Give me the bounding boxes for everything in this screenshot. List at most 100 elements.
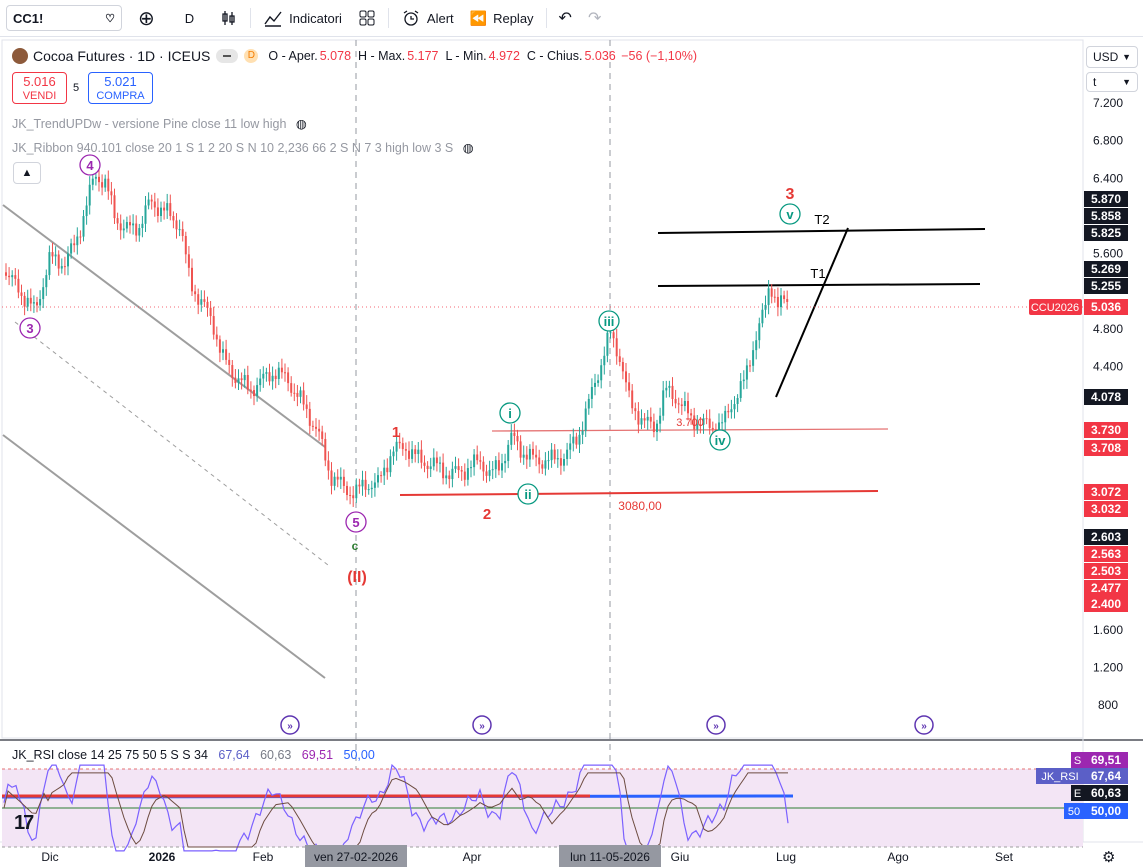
candle-body (215, 334, 218, 340)
rsi-value: 50,00 (1091, 804, 1121, 818)
currency-select[interactable]: USD ▼ (1086, 46, 1138, 68)
legend-title: Cocoa Futures · 1D · ICEUS (33, 48, 211, 64)
candle-body (259, 378, 262, 386)
buy-label: COMPRA (96, 90, 145, 102)
candle-body (315, 426, 317, 429)
candle-body (60, 266, 63, 269)
candle-body (538, 457, 541, 465)
event-marker-glyph: » (713, 721, 719, 732)
redo-button[interactable]: ↷ (580, 4, 609, 32)
candle-body (662, 390, 665, 416)
price-chart[interactable]: 345c(II)12iiiiiiivv3T1T23080,003.700»»»»… (0, 38, 1143, 867)
candle-body (491, 469, 494, 471)
chart-type-button[interactable] (212, 4, 246, 32)
symbol-search-button[interactable]: CC1! ♡ (6, 5, 122, 31)
candle-body (191, 267, 193, 292)
candle-body (739, 381, 742, 398)
wave-label: 4 (86, 158, 94, 173)
candle-body (563, 458, 565, 466)
candle-body (342, 476, 345, 486)
layouts-button[interactable] (350, 4, 384, 32)
settings-gear-icon[interactable]: ⚙ (1102, 848, 1115, 866)
price-label: 3.708 (1091, 441, 1121, 455)
candle-body (411, 449, 414, 459)
candle-body (132, 223, 135, 226)
candle-body (488, 470, 491, 476)
heart-icon[interactable]: ♡ (105, 12, 115, 25)
candle-body (277, 367, 280, 380)
candle-body (522, 454, 525, 458)
candle-body (156, 207, 159, 216)
candle-body (442, 462, 445, 479)
candle-body (643, 418, 646, 421)
wave-label: ii (524, 487, 531, 502)
sell-button[interactable]: 5.016 VENDI (12, 72, 67, 104)
indicator-trend[interactable]: JK_TrendUPDw - versione Pine close 11 lo… (12, 116, 307, 131)
candle-body (727, 410, 730, 413)
candle-body (730, 409, 733, 413)
buy-price: 5.021 (104, 74, 137, 89)
candle-body (70, 243, 73, 254)
candle-body (448, 475, 451, 480)
candle-body (628, 382, 631, 391)
candle-body (290, 383, 293, 393)
candle-body (23, 295, 26, 307)
candle-body (212, 316, 215, 335)
candle-body (414, 449, 417, 455)
candle-body (377, 475, 379, 483)
candle-body (57, 254, 60, 269)
undo-button[interactable]: ↶ (551, 4, 580, 32)
plus-circle-icon: ⊕ (138, 7, 155, 30)
candle-body (218, 339, 221, 353)
candle-body (535, 454, 538, 458)
candle-body (178, 229, 181, 231)
price-label: 3.072 (1091, 485, 1121, 499)
candle-body (8, 275, 11, 278)
candle-body (439, 462, 441, 464)
collapse-legend-button[interactable]: ▲ (13, 162, 41, 184)
eye-off-icon[interactable]: ◍ (296, 117, 307, 131)
rsi-value-1: 67,64 (218, 748, 250, 762)
candle-body (587, 398, 590, 409)
alert-button[interactable]: Alert (393, 4, 462, 32)
legend-options-toggle[interactable] (216, 49, 239, 63)
candle-body (169, 203, 172, 217)
candle-body (262, 373, 265, 379)
buy-button[interactable]: 5.021 COMPRA (88, 72, 153, 104)
candle-body (166, 203, 169, 211)
candle-body (355, 484, 358, 499)
eye-off-icon[interactable]: ◍ (463, 141, 474, 155)
candle-body (67, 253, 69, 267)
candle-body (79, 236, 82, 238)
close-label: C - Chius. (526, 49, 583, 63)
candle-body (786, 299, 789, 302)
candle-body (175, 220, 178, 230)
divider (250, 8, 252, 28)
indicators-button[interactable]: Indicatori (255, 4, 350, 32)
add-symbol-button[interactable]: ⊕ (130, 4, 163, 32)
candle-body (113, 195, 116, 219)
y-tick-label: 7.200 (1093, 96, 1123, 110)
wave-label: 3 (786, 186, 795, 203)
candle-body (194, 291, 197, 295)
candle-body (187, 254, 190, 268)
wave-label: c (352, 539, 359, 553)
replay-button[interactable]: ⏪ Replay (462, 4, 542, 32)
candle-body (463, 471, 466, 480)
event-marker-glyph: » (479, 721, 485, 732)
candle-body (513, 432, 516, 436)
candle-body (733, 404, 736, 410)
candle-body (129, 222, 131, 226)
candle-body (225, 349, 228, 360)
candle-body (578, 434, 581, 445)
candle-body (646, 416, 649, 421)
scale-select[interactable]: t ▼ (1086, 72, 1138, 92)
candle-body (367, 489, 370, 491)
wave-label: 2 (483, 506, 491, 523)
candle-body (476, 454, 479, 461)
interval-button[interactable]: D (177, 4, 202, 32)
rsi-value-2: 60,63 (260, 748, 292, 762)
candle-body (389, 456, 392, 473)
indicator-ribbon[interactable]: JK_Ribbon 940.101 close 20 1 S 1 2 20 S … (12, 140, 474, 155)
candle-body (773, 296, 776, 298)
